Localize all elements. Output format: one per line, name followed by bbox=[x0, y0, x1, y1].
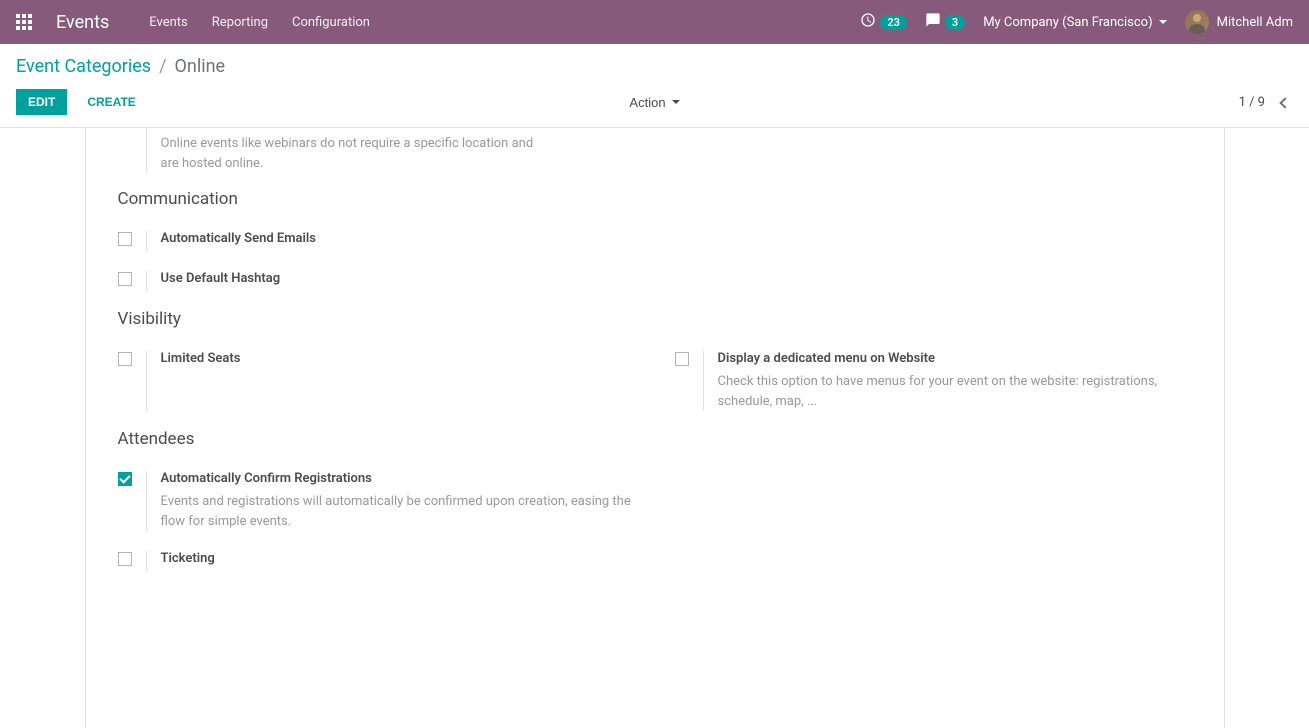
online-help-text: Online events like webinars do not requi… bbox=[161, 134, 541, 173]
chevron-down-icon bbox=[1159, 20, 1167, 24]
breadcrumb-parent[interactable]: Event Categories bbox=[16, 56, 151, 77]
action-dropdown[interactable]: Action bbox=[629, 95, 679, 110]
field-ticketing: Ticketing bbox=[118, 541, 635, 581]
breadcrumb-current: Online bbox=[175, 56, 226, 77]
nav-menu: Events Reporting Configuration bbox=[149, 15, 370, 30]
checkbox-ticketing[interactable] bbox=[118, 552, 132, 566]
help-auto-confirm: Events and registrations will automatica… bbox=[161, 492, 635, 531]
company-selector[interactable]: My Company (San Francisco) bbox=[983, 15, 1166, 30]
label-dedicated-menu: Display a dedicated menu on Website bbox=[718, 351, 1192, 366]
toolbar: Edit Create Action 1 / 9 bbox=[0, 85, 1309, 128]
form-sheet: Online events like webinars do not requi… bbox=[85, 128, 1225, 728]
chevron-left-icon bbox=[1279, 97, 1290, 108]
nav-item-events[interactable]: Events bbox=[149, 15, 187, 30]
label-send-emails: Automatically Send Emails bbox=[161, 231, 635, 246]
field-default-hashtag: Use Default Hashtag bbox=[118, 261, 635, 301]
field-dedicated-menu: Display a dedicated menu on Website Chec… bbox=[675, 341, 1192, 421]
label-ticketing: Ticketing bbox=[161, 551, 635, 566]
create-button[interactable]: Create bbox=[75, 89, 147, 115]
avatar bbox=[1185, 10, 1209, 34]
clock-icon bbox=[860, 12, 876, 32]
field-send-emails: Automatically Send Emails bbox=[118, 221, 635, 261]
online-help-row: Online events like webinars do not requi… bbox=[86, 128, 1224, 181]
checkbox-auto-confirm[interactable] bbox=[118, 472, 132, 486]
chevron-down-icon bbox=[672, 100, 680, 104]
user-menu[interactable]: Mitchell Adm bbox=[1185, 10, 1293, 34]
navbar: Events Events Reporting Configuration 23… bbox=[0, 0, 1309, 44]
pager-prev-button[interactable] bbox=[1277, 91, 1293, 114]
pager[interactable]: 1 / 9 bbox=[1239, 95, 1265, 110]
chat-indicator[interactable]: 3 bbox=[925, 12, 965, 32]
checkbox-limited-seats[interactable] bbox=[118, 352, 132, 366]
breadcrumb: Event Categories / Online bbox=[0, 44, 1309, 85]
field-limited-seats: Limited Seats bbox=[118, 341, 635, 421]
label-limited-seats: Limited Seats bbox=[161, 351, 635, 366]
section-title-communication: Communication bbox=[86, 181, 1224, 221]
apps-icon[interactable] bbox=[16, 14, 32, 30]
label-auto-confirm: Automatically Confirm Registrations bbox=[161, 471, 635, 486]
field-auto-confirm: Automatically Confirm Registrations Even… bbox=[118, 461, 635, 541]
edit-button[interactable]: Edit bbox=[16, 89, 67, 115]
brand-title[interactable]: Events bbox=[56, 12, 109, 33]
label-default-hashtag: Use Default Hashtag bbox=[161, 271, 635, 286]
help-dedicated-menu: Check this option to have menus for your… bbox=[718, 372, 1192, 411]
user-name: Mitchell Adm bbox=[1217, 15, 1293, 30]
checkbox-send-emails[interactable] bbox=[118, 232, 132, 246]
chat-icon bbox=[925, 12, 941, 32]
nav-item-reporting[interactable]: Reporting bbox=[212, 15, 268, 30]
nav-right: 23 3 My Company (San Francisco) Mitchell… bbox=[860, 10, 1293, 34]
checkbox-default-hashtag[interactable] bbox=[118, 272, 132, 286]
activity-badge: 23 bbox=[880, 15, 907, 30]
activity-indicator[interactable]: 23 bbox=[860, 12, 907, 32]
checkbox-dedicated-menu[interactable] bbox=[675, 352, 689, 366]
section-title-attendees: Attendees bbox=[86, 421, 1224, 461]
section-title-visibility: Visibility bbox=[86, 301, 1224, 341]
chat-badge: 3 bbox=[945, 15, 965, 30]
nav-item-configuration[interactable]: Configuration bbox=[292, 15, 370, 30]
company-name: My Company (San Francisco) bbox=[983, 15, 1152, 30]
breadcrumb-separator: / bbox=[159, 56, 166, 77]
action-label: Action bbox=[629, 95, 665, 110]
